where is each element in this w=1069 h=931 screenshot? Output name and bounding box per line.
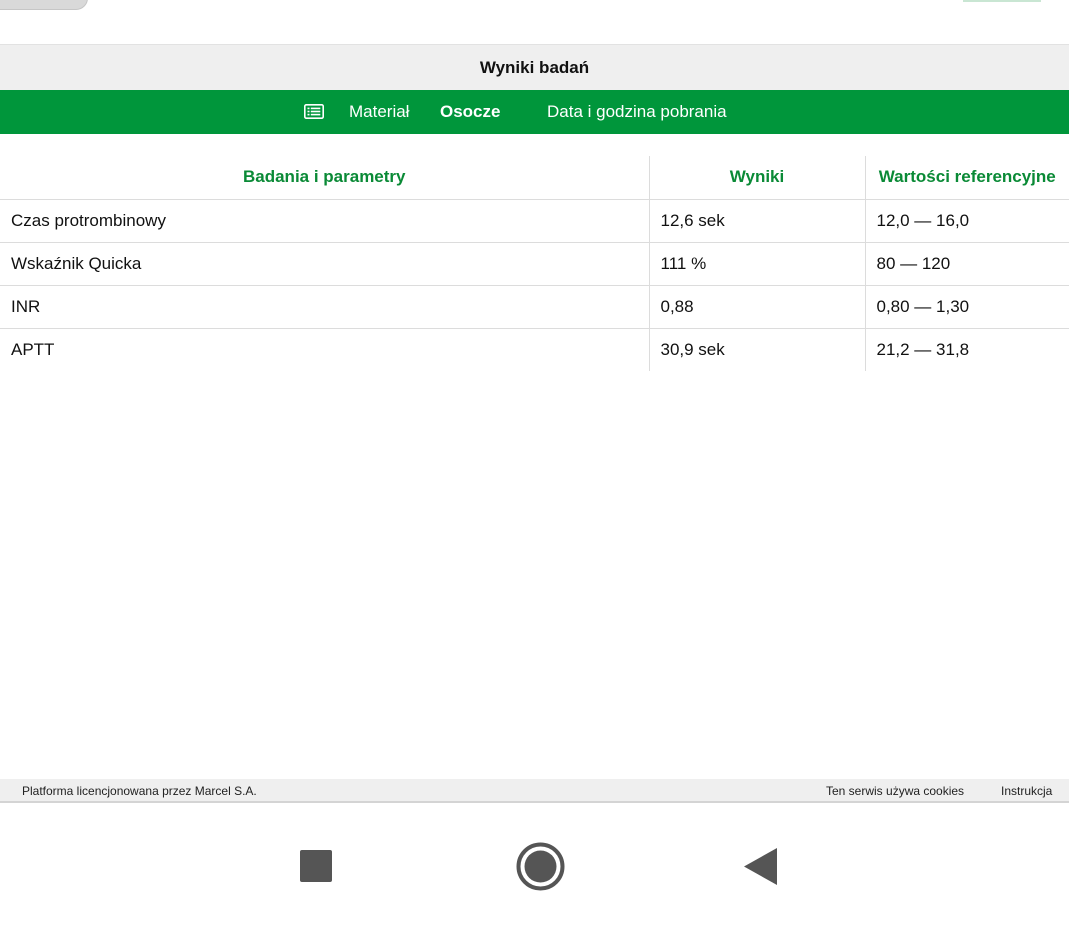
parameter-name: Wskaźnik Quicka	[0, 241, 649, 285]
parameter-name: APTT	[0, 327, 649, 371]
table-header-row: Badania i parametry Wyniki Wartości refe…	[0, 156, 1069, 200]
collection-date-label: Data i godzina pobrania	[547, 102, 727, 121]
recents-icon[interactable]	[300, 850, 332, 882]
reference-range: 12,0 — 16,0	[864, 199, 1069, 242]
cookies-link[interactable]: Ten serwis używa cookies	[826, 784, 964, 798]
page-title: Wyniki badań	[479, 57, 590, 77]
column-header-parameters: Badania i parametry	[0, 156, 649, 200]
system-navigation-bar	[0, 805, 1069, 931]
home-icon[interactable]	[516, 842, 565, 891]
result-value: 30,9 sek	[648, 327, 865, 371]
table-row: INR 0,88 0,80 — 1,30	[0, 284, 1069, 328]
reference-range: 21,2 — 31,8	[864, 327, 1069, 371]
parameter-name: Czas protrombinowy	[11, 210, 166, 230]
parameter-name: INR	[0, 284, 649, 328]
top-right-control[interactable]	[963, 0, 1041, 2]
reference-range: 80 — 120	[864, 241, 1069, 285]
instructions-link[interactable]: Instrukcja	[1001, 784, 1052, 798]
page: Wyniki badań Materiał Osocze Data i godz…	[0, 0, 1069, 931]
material-label: Materiał	[349, 102, 410, 121]
results-table: Badania i parametry Wyniki Wartości refe…	[0, 156, 1069, 371]
back-icon[interactable]	[744, 848, 777, 885]
result-value: 12,6 sek	[648, 199, 865, 242]
column-header-reference: Wartości referencyjne	[864, 156, 1069, 200]
list-icon	[304, 104, 324, 119]
table-row: Czas protrombinowy 12,6 sek 12,0 — 16,0	[0, 199, 1069, 242]
material-value: Osocze	[440, 102, 501, 121]
result-value: 0,88	[648, 284, 865, 328]
material-bar: Materiał Osocze Data i godzina pobrania	[0, 90, 1069, 134]
top-button[interactable]	[0, 0, 88, 10]
result-value: 111 %	[648, 241, 865, 285]
table-row: Wskaźnik Quicka 111 % 80 — 120	[0, 241, 1069, 285]
table-row: APTT 30,9 sek 21,2 — 31,8	[0, 327, 1069, 371]
results-header: Wyniki badań	[0, 44, 1069, 90]
reference-range: 0,80 — 1,30	[864, 284, 1069, 328]
column-header-results: Wyniki	[648, 156, 865, 200]
license-text: Platforma licencjonowana przez Marcel S.…	[22, 784, 257, 798]
footer: Platforma licencjonowana przez Marcel S.…	[0, 779, 1069, 803]
